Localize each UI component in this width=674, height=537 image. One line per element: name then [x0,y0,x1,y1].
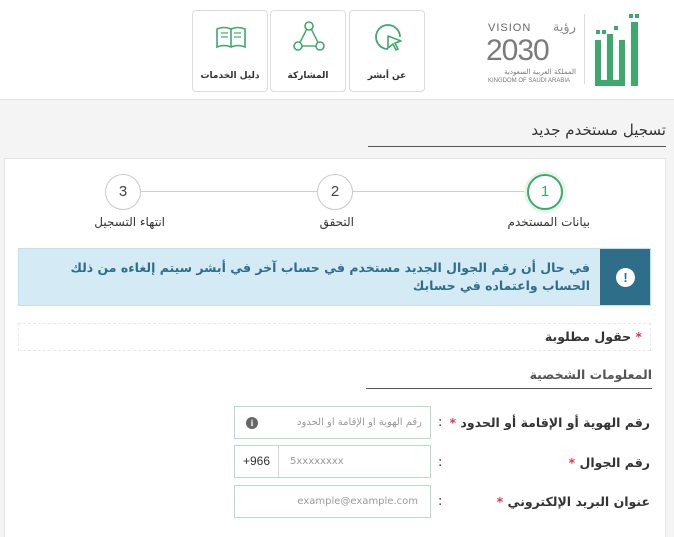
vision-arabic-text: رؤية [552,20,576,35]
about-absher-button[interactable]: عن أبشر [349,10,425,92]
email-required-star: * [496,494,504,509]
participation-label: المشاركة [287,71,329,81]
page-title: تسجيل مستخدم جديد [531,121,666,139]
email-input[interactable] [248,486,418,517]
absher-logo[interactable] [591,12,647,90]
services-guide-button[interactable]: دليل الخدمات [192,10,268,92]
step-3-label: انتهاء التسجيل [94,215,165,229]
services-guide-label: دليل الخدمات [200,71,260,81]
required-star: * [635,329,642,344]
id-field-label: رقم الهوية أو الإقامة أو الحدود * [450,415,650,430]
id-required-star: * [449,415,457,430]
step-1-circle: 1 [527,174,563,210]
mobile-number-input[interactable] [290,446,420,477]
kingdom-arabic-text: المملكة العربية السعودية [504,68,576,76]
step-2-circle: 2 [317,174,353,210]
participation-button[interactable]: المشاركة [270,10,346,92]
email-field-box [234,485,431,518]
vision-text: VISION [488,22,532,34]
title-underline [368,146,666,147]
id-label-text: رقم الهوية أو الإقامة أو الحدود [460,415,650,430]
alert-icon-box: ! [600,249,650,305]
header-divider [584,14,585,84]
vision-2030-logo: VISION رؤية 2030 المملكة العربية السعودي… [486,20,578,92]
stepper-connector-2-1 [353,191,528,192]
mobile-required-star: * [568,455,576,470]
step-2-label: التحقق [319,215,354,229]
share-icon [293,21,325,51]
step-1-label: بيانات المستخدم [507,215,590,229]
info-alert: ! في حال أن رقم الجوال الجديد مستخدم في … [18,248,651,306]
required-fields-note: * حقول مطلوبة [18,323,651,351]
id-field-box: i [234,406,431,439]
personal-info-heading: المعلومات الشخصية [529,367,652,382]
mobile-field-colon: : [438,455,443,470]
email-field-colon: : [438,494,443,509]
kingdom-english-text: KINGDOM OF SAUDI ARABIA [488,78,571,84]
site-header: دليل الخدمات المشاركة عن أبشر VISION رؤي… [0,0,674,100]
section-underline [366,388,652,389]
exclamation-icon: ! [616,268,635,287]
cursor-click-icon [375,24,402,51]
mobile-label-text: رقم الجوال [579,455,651,470]
book-icon [216,26,246,49]
stepper-connector-3-2 [141,191,317,192]
vision-number: 2030 [486,34,550,67]
info-icon[interactable]: i [246,417,258,429]
email-label-text: عنوان البريد الإلكتروني [507,494,650,509]
required-fields-text: حقول مطلوبة [544,329,632,344]
step-3-circle: 3 [105,174,141,210]
country-code: +966 [235,446,279,477]
mobile-field-label: رقم الجوال * [569,455,650,470]
id-number-input[interactable] [262,407,422,438]
id-field-colon: : [438,415,443,430]
mobile-field-box: +966 [234,445,431,478]
alert-message: في حال أن رقم الجوال الجديد مستخدم في حس… [70,260,590,293]
email-field-label: عنوان البريد الإلكتروني * [497,494,650,509]
about-absher-label: عن أبشر [367,71,407,81]
